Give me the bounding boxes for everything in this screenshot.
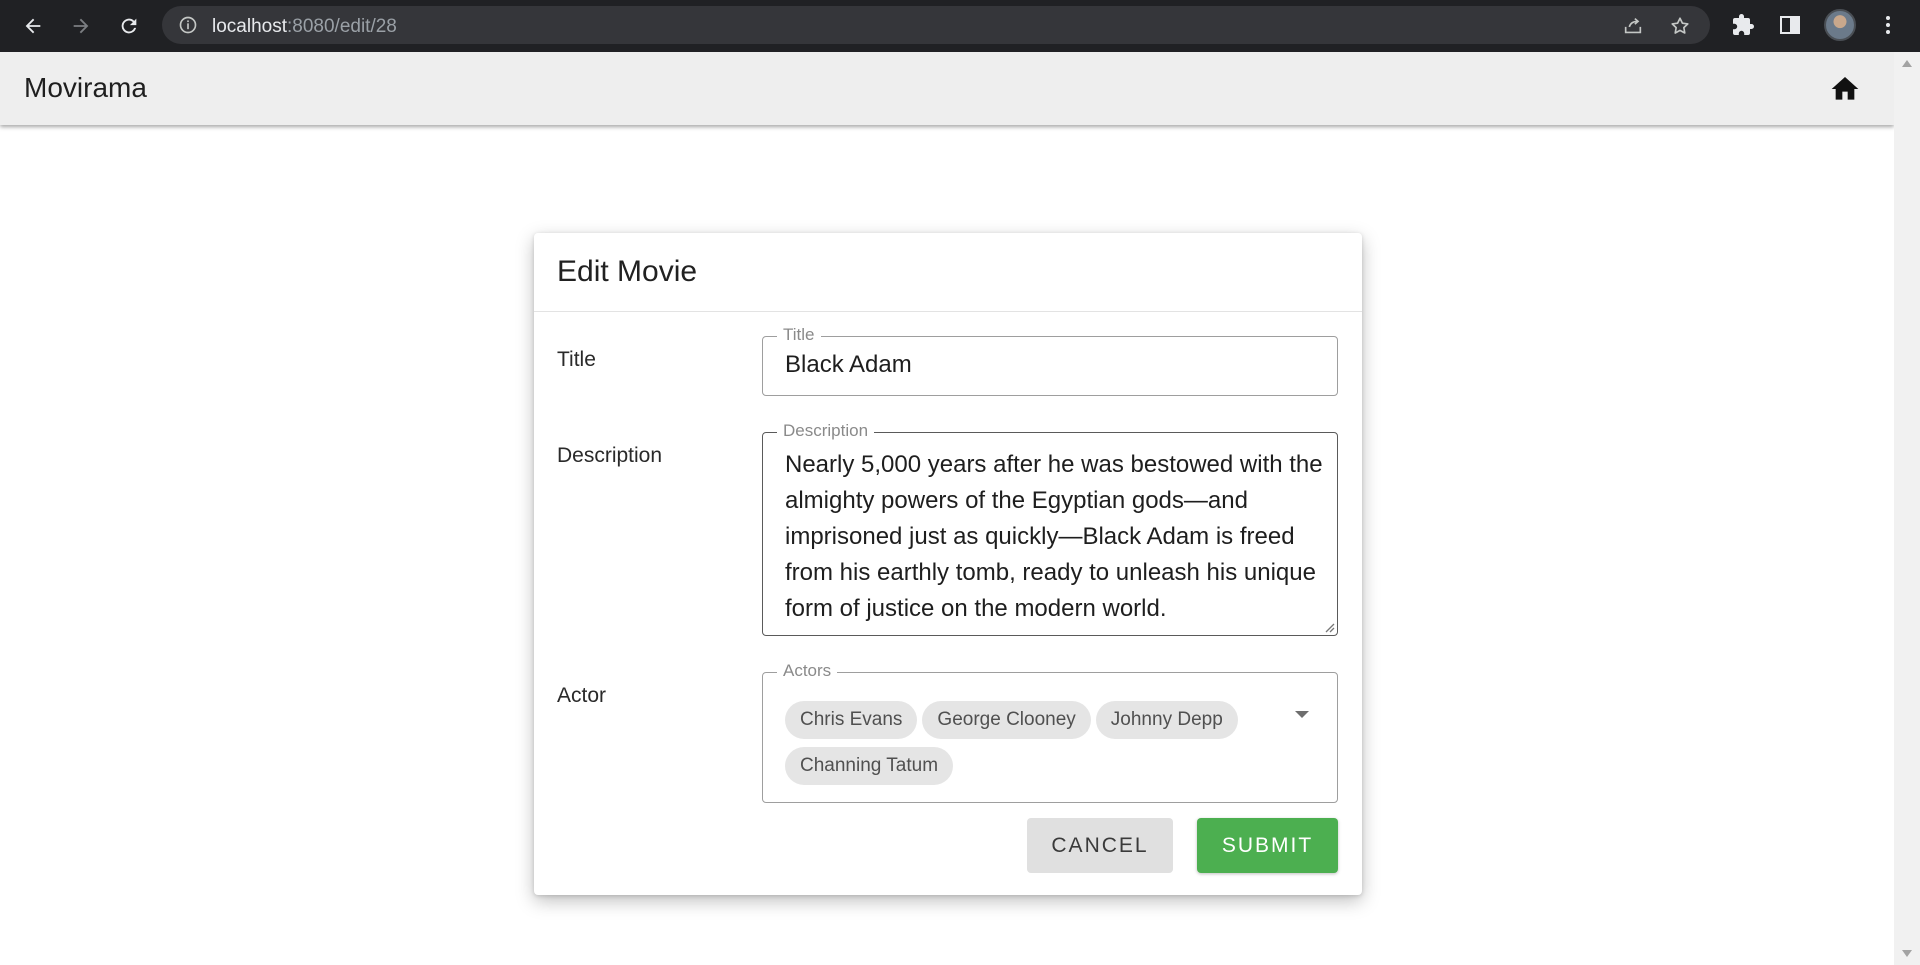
url-text: localhost:8080/edit/28 [212,16,397,38]
dropdown-arrow-icon[interactable] [1295,711,1309,718]
side-panel-icon[interactable] [1778,13,1802,37]
title-row-label: Title [557,348,596,371]
actor-chip[interactable]: Chris Evans [785,701,918,739]
dialog-title: Edit Movie [557,255,698,288]
title-input-legend: Title [777,325,821,345]
page-scrollbar[interactable] [1894,52,1920,965]
actor-chip[interactable]: Channing Tatum [785,747,954,785]
url-path: :8080/edit/28 [287,16,397,37]
submit-button[interactable]: SUBMIT [1197,818,1338,873]
share-icon[interactable] [1622,15,1644,37]
actor-chip[interactable]: Johnny Depp [1095,701,1238,739]
browser-toolbar: localhost:8080/edit/28 [0,0,1920,52]
description-text[interactable]: Nearly 5,000 years after he was bestowed… [785,447,1325,627]
more-menu-icon[interactable] [1876,13,1900,37]
scroll-up-arrow-icon[interactable] [1902,60,1912,67]
page-viewport: Movirama Edit Movie Title Title Black Ad… [0,52,1894,965]
reload-icon[interactable] [115,12,143,40]
actor-chips: Chris Evans George Clooney Johnny Depp C… [785,701,1265,785]
edit-movie-dialog: Edit Movie Title Title Black Adam Descri… [534,233,1362,895]
description-row-label: Description [557,444,663,467]
description-textarea[interactable]: Description Nearly 5,000 years after he … [762,421,1338,636]
title-input[interactable]: Title Black Adam [762,325,1338,396]
description-legend: Description [777,421,875,441]
extensions-icon[interactable] [1731,13,1755,37]
app-bar: Movirama [0,52,1894,125]
info-icon[interactable] [178,15,198,35]
app-title[interactable]: Movirama [24,72,147,104]
home-icon[interactable] [1828,72,1862,106]
actors-legend: Actors [777,661,838,681]
url-host: localhost [212,16,287,37]
back-arrow-icon[interactable] [19,12,47,40]
forward-arrow-icon[interactable] [67,12,95,40]
cancel-button[interactable]: CANCEL [1027,818,1173,873]
address-bar[interactable]: localhost:8080/edit/28 [162,6,1710,44]
profile-avatar[interactable] [1824,9,1856,41]
scroll-down-arrow-icon[interactable] [1902,950,1912,957]
actor-row-label: Actor [557,684,607,707]
dialog-header: Edit Movie [534,233,1362,312]
resize-grip-icon[interactable] [1323,621,1335,633]
actors-select[interactable]: Actors Chris Evans George Clooney Johnny… [762,661,1338,803]
star-icon[interactable] [1669,15,1691,37]
actor-chip[interactable]: George Clooney [922,701,1091,739]
title-input-value[interactable]: Black Adam [785,351,912,379]
